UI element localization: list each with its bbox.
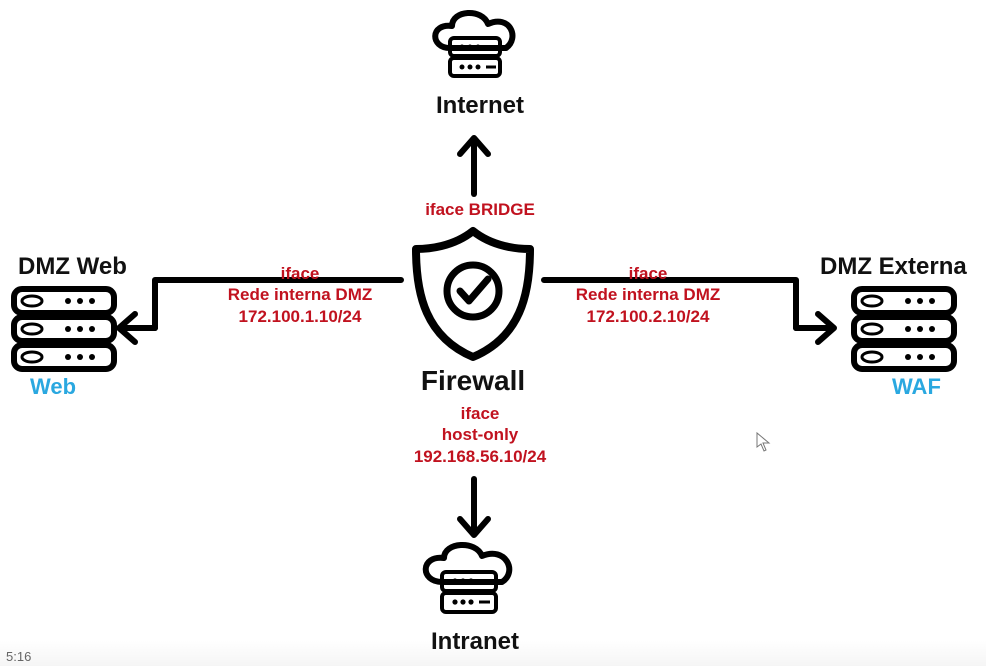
iface-bottom-line2: host-only [390,424,570,445]
iface-left-line1: iface [210,263,390,284]
iface-top-line1: iface BRIDGE [405,199,555,220]
firewall-label: Firewall [418,365,528,397]
iface-right-line1: iface [558,263,738,284]
iface-bottom-line1: iface [390,403,570,424]
server-stack-icon [850,285,960,375]
dmz-web-label: DMZ Web [18,253,127,281]
iface-left: iface Rede interna DMZ 172.100.1.10/24 [210,263,390,327]
video-progress-bar[interactable]: 5:16 [0,640,986,666]
internet-label: Internet [430,92,530,120]
arrow-up-icon [454,128,494,198]
iface-bottom-line3: 192.168.56.10/24 [390,446,570,467]
iface-left-line2: Rede interna DMZ [210,284,390,305]
iface-left-line3: 172.100.1.10/24 [210,306,390,327]
server-stack-icon [10,285,120,375]
dmz-externa-sublabel: WAF [892,374,941,400]
cloud-server-icon [410,540,530,635]
firewall-shield-icon [408,225,538,365]
arrow-down-icon [454,475,494,545]
iface-bottom: iface host-only 192.168.56.10/24 [390,403,570,467]
mouse-cursor-icon [756,432,770,452]
dmz-web-sublabel: Web [30,374,76,400]
dmz-externa-label: DMZ Externa [820,253,967,281]
iface-right-line2: Rede interna DMZ [558,284,738,305]
iface-right-line3: 172.100.2.10/24 [558,306,738,327]
video-time: 5:16 [6,649,31,664]
cloud-server-icon [420,8,530,98]
iface-top: iface BRIDGE [405,199,555,220]
iface-right: iface Rede interna DMZ 172.100.2.10/24 [558,263,738,327]
